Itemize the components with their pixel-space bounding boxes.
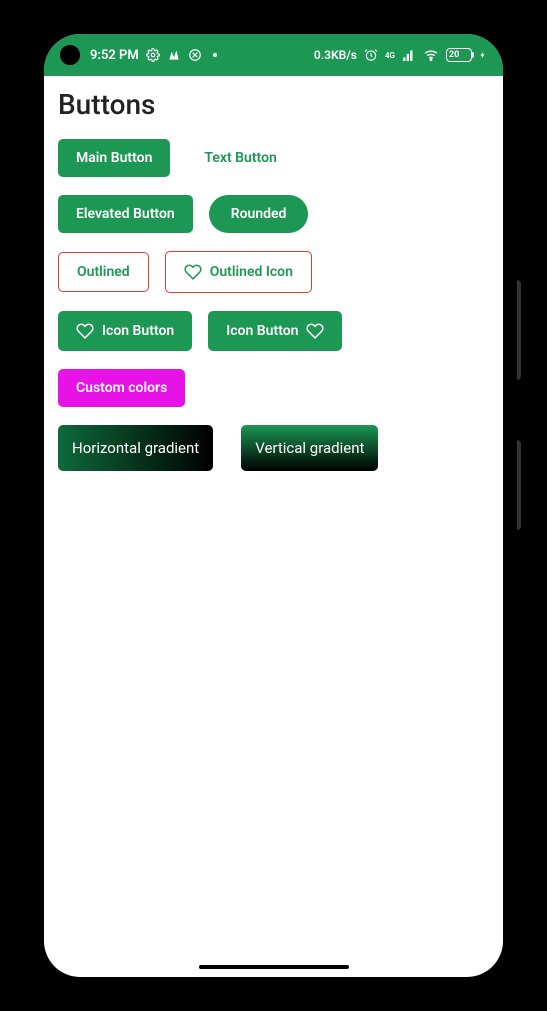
icon-leading-button[interactable]: Icon Button <box>58 311 192 351</box>
app-icon <box>167 48 181 62</box>
outlined-button[interactable]: Outlined <box>58 252 149 292</box>
elevated-button[interactable]: Elevated Button <box>58 195 193 233</box>
row-4: Icon Button Icon Button <box>58 311 489 351</box>
volume-button <box>517 280 521 380</box>
custom-colors-button[interactable]: Custom colors <box>58 369 185 407</box>
custom-colors-button-label: Custom colors <box>76 380 167 396</box>
battery-icon: 20 <box>446 48 472 62</box>
page-title: Buttons <box>58 88 489 121</box>
alarm-icon <box>364 48 378 62</box>
signal-icon <box>402 48 416 62</box>
row-2: Elevated Button Rounded <box>58 195 489 233</box>
status-time: 9:52 PM <box>90 48 139 63</box>
heart-icon <box>306 322 324 340</box>
horizontal-gradient-button[interactable]: Horizontal gradient <box>58 425 213 471</box>
row-6: Horizontal gradient Vertical gradient <box>58 425 489 471</box>
row-5: Custom colors <box>58 369 489 407</box>
nav-bar-handle[interactable] <box>199 965 349 969</box>
battery-text: 20 <box>449 50 459 60</box>
settings-icon <box>146 48 160 62</box>
row-1: Main Button Text Button <box>58 139 489 177</box>
heart-icon <box>76 322 94 340</box>
rounded-button[interactable]: Rounded <box>209 195 309 233</box>
status-right: 0.3KB/s 4G 20 <box>314 48 487 62</box>
horizontal-gradient-button-label: Horizontal gradient <box>72 439 199 457</box>
text-button[interactable]: Text Button <box>186 139 294 177</box>
sync-icon <box>188 48 202 62</box>
elevated-button-label: Elevated Button <box>76 206 175 222</box>
camera-hole <box>60 45 80 65</box>
outlined-button-label: Outlined <box>77 264 130 280</box>
more-notifications-dot <box>213 53 217 57</box>
icon-leading-button-label: Icon Button <box>102 323 174 339</box>
row-3: Outlined Outlined Icon <box>58 251 489 293</box>
text-button-label: Text Button <box>204 150 276 166</box>
screen: 9:52 PM 0.3KB/s 4G 20 Buttons Main Butto… <box>44 34 503 977</box>
power-button <box>517 440 521 530</box>
wifi-icon <box>423 48 439 62</box>
outlined-icon-button[interactable]: Outlined Icon <box>165 251 312 293</box>
network-speed: 0.3KB/s <box>314 48 357 62</box>
main-button-label: Main Button <box>76 150 152 166</box>
heart-icon <box>184 263 202 281</box>
outlined-icon-button-label: Outlined Icon <box>210 264 293 280</box>
charging-icon <box>479 48 487 62</box>
content: Buttons Main Button Text Button Elevated… <box>44 76 503 497</box>
main-button[interactable]: Main Button <box>58 139 170 177</box>
status-left: 9:52 PM <box>90 48 217 63</box>
icon-trailing-button-label: Icon Button <box>226 323 298 339</box>
icon-trailing-button[interactable]: Icon Button <box>208 311 342 351</box>
rounded-button-label: Rounded <box>231 206 287 222</box>
vertical-gradient-button-label: Vertical gradient <box>255 439 364 457</box>
vertical-gradient-button[interactable]: Vertical gradient <box>241 425 378 471</box>
cellular-label: 4G <box>385 52 395 59</box>
phone-frame: 9:52 PM 0.3KB/s 4G 20 Buttons Main Butto… <box>30 20 517 991</box>
status-bar: 9:52 PM 0.3KB/s 4G 20 <box>44 34 503 76</box>
